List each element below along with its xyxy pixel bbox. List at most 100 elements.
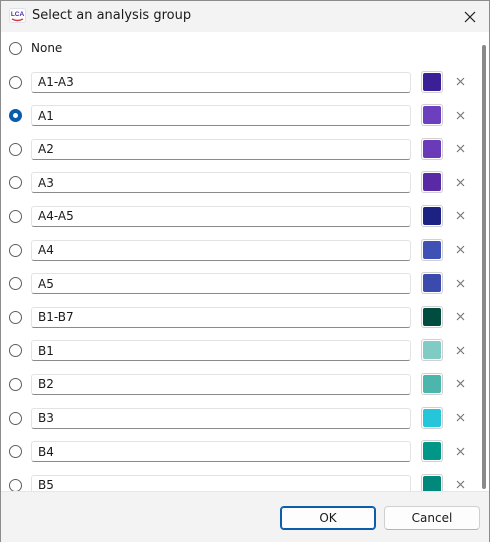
group-radio[interactable] (9, 75, 22, 89)
remove-group-button[interactable] (453, 107, 467, 123)
remove-icon (456, 312, 464, 321)
group-name-input[interactable] (31, 306, 411, 328)
group-radio[interactable] (9, 277, 22, 291)
remove-group-button[interactable] (453, 242, 467, 258)
remove-icon (456, 480, 464, 489)
group-radio[interactable] (9, 478, 22, 491)
group-row (1, 469, 475, 491)
group-color-button[interactable] (421, 238, 443, 261)
group-row (1, 368, 475, 402)
remove-icon (456, 346, 464, 355)
group-color-button[interactable] (421, 104, 443, 127)
scrollbar[interactable] (482, 45, 486, 489)
group-row (1, 435, 475, 469)
group-name-input[interactable] (31, 273, 411, 295)
cancel-button[interactable]: Cancel (384, 506, 480, 530)
group-row (1, 166, 475, 200)
group-radio[interactable] (9, 142, 22, 156)
group-radio[interactable] (9, 411, 22, 425)
group-color-button[interactable] (421, 473, 443, 491)
group-color-swatch (423, 475, 441, 491)
app-logo-icon: LCA (9, 8, 26, 23)
none-radio[interactable] (9, 42, 22, 55)
remove-icon (456, 111, 464, 120)
group-radio[interactable] (9, 310, 22, 324)
group-name-input[interactable] (31, 373, 411, 395)
group-color-button[interactable] (421, 137, 443, 160)
remove-group-button[interactable] (453, 376, 467, 392)
remove-group-button[interactable] (453, 443, 467, 459)
remove-icon (456, 144, 464, 153)
remove-group-button[interactable] (453, 174, 467, 190)
dialog-window: LCA Select an analysis group None OK Can… (0, 0, 490, 542)
group-color-swatch (423, 374, 441, 393)
group-radio[interactable] (9, 209, 22, 223)
group-name-input[interactable] (31, 205, 411, 227)
close-icon (464, 11, 476, 22)
group-color-swatch (423, 442, 441, 461)
group-radio[interactable] (9, 377, 22, 391)
group-color-swatch (423, 173, 441, 192)
group-radio[interactable] (9, 176, 22, 190)
title-bar: LCA Select an analysis group (1, 1, 489, 32)
group-color-button[interactable] (421, 440, 443, 463)
group-name-input[interactable] (31, 138, 411, 160)
remove-group-button[interactable] (453, 208, 467, 224)
group-row (1, 234, 475, 268)
group-color-swatch (423, 106, 441, 125)
group-color-swatch (423, 408, 441, 427)
remove-group-button[interactable] (453, 410, 467, 426)
remove-group-button[interactable] (453, 275, 467, 291)
group-color-swatch (423, 139, 441, 158)
remove-group-button[interactable] (453, 477, 467, 491)
remove-icon (456, 245, 464, 254)
group-radio[interactable] (9, 445, 22, 459)
group-name-input[interactable] (31, 71, 411, 93)
group-color-swatch (423, 72, 441, 91)
group-color-button[interactable] (421, 171, 443, 194)
remove-icon (456, 447, 464, 456)
group-color-button[interactable] (421, 406, 443, 429)
group-name-input[interactable] (31, 239, 411, 261)
remove-icon (456, 279, 464, 288)
group-row (1, 267, 475, 301)
remove-group-button[interactable] (453, 74, 467, 90)
group-name-input[interactable] (31, 340, 411, 362)
ok-button[interactable]: OK (280, 506, 376, 530)
group-name-input[interactable] (31, 407, 411, 429)
group-name-input[interactable] (31, 474, 411, 491)
close-button[interactable] (451, 1, 489, 32)
group-color-button[interactable] (421, 70, 443, 93)
group-color-swatch (423, 240, 441, 259)
group-radio[interactable] (9, 243, 22, 257)
group-color-button[interactable] (421, 339, 443, 362)
group-color-button[interactable] (421, 272, 443, 295)
group-row (1, 334, 475, 368)
group-color-swatch (423, 341, 441, 360)
remove-group-button[interactable] (453, 141, 467, 157)
group-row (1, 66, 475, 100)
remove-group-button[interactable] (453, 309, 467, 325)
group-color-button[interactable] (421, 372, 443, 395)
group-name-input[interactable] (31, 172, 411, 194)
group-row (1, 402, 475, 436)
remove-icon (456, 413, 464, 422)
group-row (1, 200, 475, 234)
remove-icon (456, 379, 464, 388)
group-name-input[interactable] (31, 441, 411, 463)
svg-text:LCA: LCA (11, 11, 25, 18)
group-row (1, 301, 475, 335)
group-radio[interactable] (9, 344, 22, 358)
group-radio[interactable] (9, 109, 22, 123)
none-label: None (31, 41, 63, 55)
remove-icon (456, 77, 464, 86)
group-color-swatch (423, 206, 441, 225)
group-row (1, 133, 475, 167)
dialog-footer: OK Cancel (1, 491, 489, 542)
group-name-input[interactable] (31, 105, 411, 127)
remove-icon (456, 211, 464, 220)
remove-group-button[interactable] (453, 342, 467, 358)
group-color-button[interactable] (421, 204, 443, 227)
group-color-button[interactable] (421, 305, 443, 328)
group-row (1, 99, 475, 133)
